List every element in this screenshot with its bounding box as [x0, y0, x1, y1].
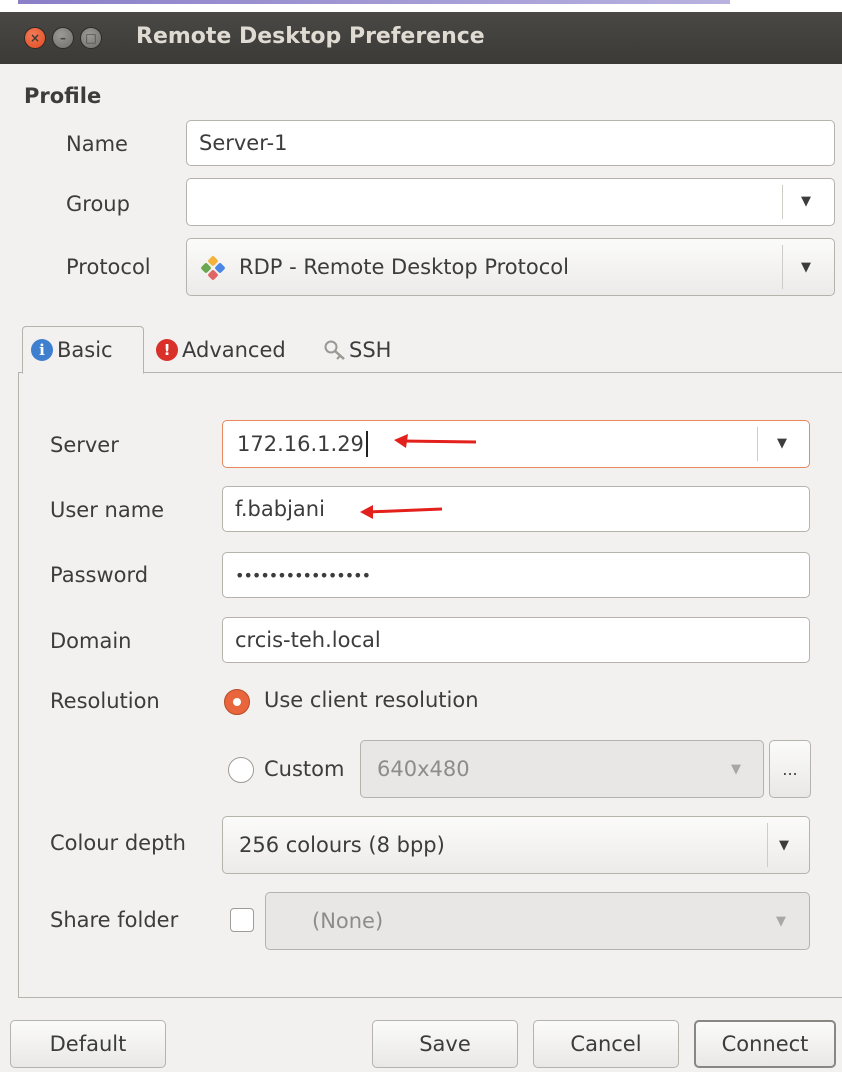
- default-button-label: Default: [49, 1032, 127, 1056]
- username-label: User name: [50, 498, 165, 522]
- tab-ssh-label: SSH: [349, 338, 392, 362]
- annotation-arrow-icon: [394, 434, 477, 448]
- tab-ssh[interactable]: SSH: [315, 326, 419, 374]
- chevron-down-icon[interactable]: ▼: [801, 194, 811, 209]
- tab-advanced[interactable]: ! Advanced: [148, 326, 313, 374]
- domain-field[interactable]: crcis-teh.local: [222, 617, 810, 663]
- server-combo[interactable]: 172.16.1.29 ▼: [222, 420, 810, 468]
- protocol-combo-separator: [782, 245, 783, 289]
- warning-icon: !: [156, 339, 178, 361]
- close-window-button[interactable]: ×: [24, 27, 46, 49]
- use-client-resolution-label[interactable]: Use client resolution: [264, 688, 479, 712]
- maximize-window-button[interactable]: □: [80, 27, 102, 49]
- server-input[interactable]: 172.16.1.29: [223, 431, 368, 457]
- share-folder-label: Share folder: [50, 908, 179, 932]
- chevron-down-icon[interactable]: ▼: [776, 914, 786, 929]
- name-label: Name: [66, 132, 128, 156]
- rdp-protocol-icon: [201, 256, 225, 280]
- username-field-value: f.babjani: [235, 497, 325, 521]
- name-field[interactable]: Server-1: [186, 120, 835, 166]
- protocol-combo[interactable]: RDP - Remote Desktop Protocol ▼: [186, 238, 835, 296]
- server-input-value: 172.16.1.29: [237, 432, 364, 456]
- resolution-label: Resolution: [50, 689, 160, 713]
- group-label: Group: [66, 192, 130, 216]
- tab-advanced-label: Advanced: [182, 338, 286, 362]
- background-accent: [18, 0, 730, 4]
- share-folder-combo[interactable]: (None) ▼: [265, 892, 810, 950]
- minimize-window-button[interactable]: –: [52, 27, 74, 49]
- cancel-button-label: Cancel: [570, 1032, 642, 1056]
- server-combo-separator: [757, 427, 758, 461]
- profile-section-title: Profile: [24, 84, 102, 108]
- custom-resolution-radio[interactable]: [228, 757, 254, 783]
- key-icon: [324, 340, 345, 360]
- password-label: Password: [50, 563, 149, 587]
- minimize-icon: –: [60, 31, 66, 45]
- group-combo[interactable]: ▼: [186, 178, 835, 226]
- share-folder-value: (None): [312, 909, 384, 933]
- tab-basic[interactable]: i Basic: [22, 326, 144, 374]
- connect-button[interactable]: Connect: [694, 1020, 836, 1068]
- password-field[interactable]: ••••••••••••••••: [222, 552, 810, 598]
- custom-resolution-label[interactable]: Custom: [264, 757, 344, 781]
- server-label: Server: [50, 433, 119, 457]
- background-strip: [0, 0, 842, 12]
- default-button[interactable]: Default: [10, 1020, 166, 1068]
- annotation-arrow-icon: [360, 505, 443, 519]
- connect-button-label: Connect: [721, 1032, 809, 1056]
- colour-depth-label: Colour depth: [50, 831, 186, 855]
- protocol-combo-value: RDP - Remote Desktop Protocol: [239, 255, 569, 279]
- chevron-down-icon[interactable]: ▼: [801, 260, 811, 275]
- text-caret: [365, 431, 368, 457]
- info-icon: i: [31, 339, 53, 361]
- chevron-down-icon[interactable]: ▼: [731, 762, 741, 777]
- close-icon: ×: [29, 31, 41, 45]
- save-button-label: Save: [419, 1032, 471, 1056]
- save-button[interactable]: Save: [372, 1020, 518, 1068]
- share-folder-checkbox[interactable]: [230, 908, 254, 932]
- chevron-down-icon[interactable]: ▼: [777, 436, 787, 451]
- group-combo-separator: [782, 185, 783, 219]
- custom-resolution-value: 640x480: [377, 757, 470, 781]
- tab-basic-label: Basic: [57, 338, 113, 362]
- colour-depth-combo[interactable]: 256 colours (8 bpp) ▼: [222, 816, 810, 874]
- colour-depth-value: 256 colours (8 bpp): [239, 833, 445, 857]
- custom-resolution-more-button[interactable]: ...: [769, 740, 811, 798]
- chevron-down-icon[interactable]: ▼: [779, 838, 789, 853]
- more-button-label: ...: [782, 759, 798, 779]
- window-title: Remote Desktop Preference: [136, 24, 485, 49]
- domain-label: Domain: [50, 629, 132, 653]
- maximize-icon: □: [85, 31, 97, 45]
- use-client-resolution-radio[interactable]: [224, 689, 250, 715]
- protocol-label: Protocol: [66, 255, 151, 279]
- custom-resolution-combo[interactable]: 640x480 ▼: [360, 740, 764, 798]
- cancel-button[interactable]: Cancel: [533, 1020, 679, 1068]
- password-field-value: ••••••••••••••••: [235, 565, 371, 585]
- domain-field-value: crcis-teh.local: [235, 628, 381, 652]
- window-titlebar: × – □ Remote Desktop Preference: [0, 12, 842, 64]
- colour-depth-separator: [767, 823, 768, 867]
- username-field[interactable]: f.babjani: [222, 486, 810, 532]
- name-field-value: Server-1: [199, 131, 288, 155]
